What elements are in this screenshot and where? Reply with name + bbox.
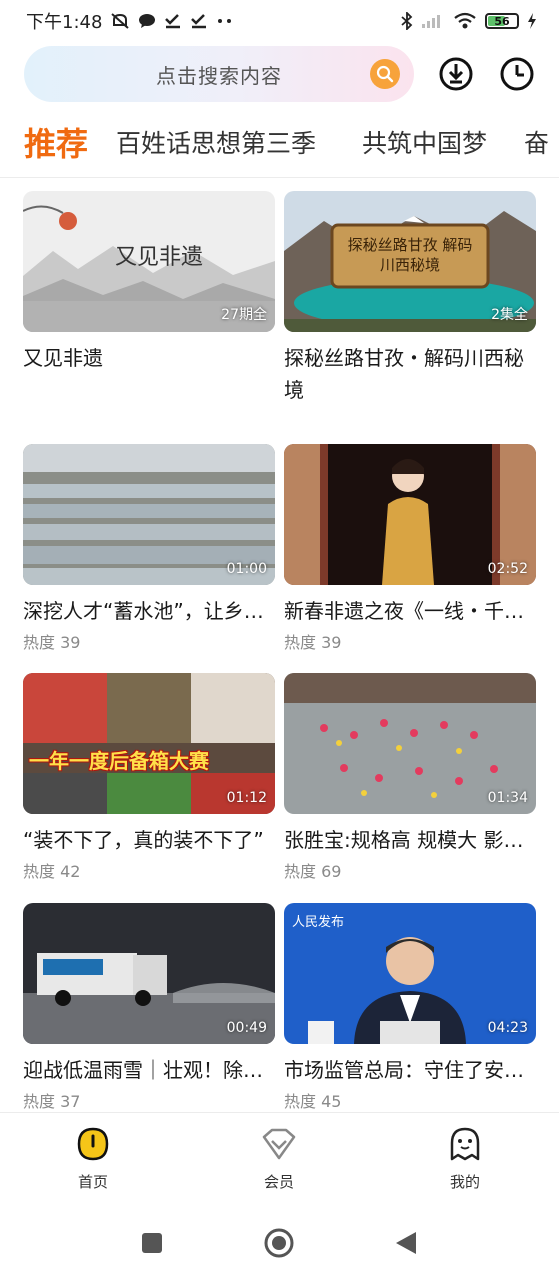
duration-badge: 01:12 — [226, 790, 267, 806]
heat-count: 热度 37 — [23, 1092, 81, 1111]
search-placeholder: 点击搜索内容 — [156, 63, 282, 88]
tab-china-dream[interactable]: 共筑中国梦 — [362, 112, 487, 172]
thumbnail-caption: 又见非遗 — [115, 245, 204, 270]
home-button-icon[interactable] — [264, 1228, 294, 1262]
video-thumbnail[interactable]: 01:00 — [23, 444, 275, 585]
wifi-icon — [453, 12, 477, 30]
video-thumbnail[interactable]: 又见非遗 27期全 — [23, 191, 275, 332]
charging-icon — [527, 13, 537, 29]
video-title: 深挖人才“蓄水池”，让乡村振兴有效衔接 — [23, 599, 275, 623]
video-title: “装不下了，真的装不下了” — [23, 828, 264, 852]
heat-count: 热度 39 — [23, 633, 81, 652]
category-tabs: 推荐 百姓话思想第三季 共筑中国梦 奋 — [0, 112, 559, 172]
episode-badge: 2集全 — [491, 307, 528, 323]
video-title: 探秘丝路甘孜・解码川西秘境 — [284, 346, 524, 402]
nav-profile[interactable]: 我的 — [420, 1127, 510, 1192]
video-thumbnail[interactable]: 02:52 — [284, 444, 536, 585]
task-done-icon — [190, 13, 208, 29]
video-title: 市场监管总局：守住了安全底线 — [284, 1058, 536, 1082]
video-title: 又见非遗 — [23, 346, 103, 370]
video-thumbnail[interactable]: 00:49 — [23, 903, 275, 1044]
status-time: 下午1:48 — [26, 12, 103, 33]
nav-vip[interactable]: 会员 — [234, 1127, 324, 1192]
thumbnail-caption: 人民发布 — [292, 915, 345, 930]
nav-label: 我的 — [449, 1173, 480, 1191]
episode-badge: 27期全 — [221, 307, 267, 323]
video-thumbnail[interactable]: 人民发布 04:23 — [284, 903, 536, 1044]
video-title: 迎战低温雨雪｜壮观！除雪车出动 — [23, 1058, 275, 1082]
profile-icon — [448, 1127, 482, 1165]
nav-label: 会员 — [263, 1173, 294, 1191]
heat-count: 热度 42 — [23, 862, 81, 881]
header: 点击搜索内容 — [0, 44, 559, 104]
divider — [0, 177, 559, 178]
vip-icon — [260, 1127, 298, 1165]
home-icon — [76, 1127, 110, 1165]
bottom-nav: 首页 会员 我的 — [0, 1113, 559, 1205]
video-title: 张胜宝:规格高 规模大 影响深远 — [284, 828, 536, 852]
chat-icon — [138, 13, 156, 29]
video-card[interactable]: 02:52 新春非遗之夜《一线・千年》 热度 39 — [284, 444, 536, 653]
thumbnail-caption: 一年一度后备箱大赛 — [29, 749, 209, 773]
tab-more[interactable]: 奋 — [524, 112, 549, 172]
video-title: 新春非遗之夜《一线・千年》 — [284, 599, 536, 623]
duration-badge: 02:52 — [487, 561, 528, 577]
back-icon[interactable] — [395, 1231, 417, 1259]
tab-baixing[interactable]: 百姓话思想第三季 — [116, 112, 316, 172]
video-card[interactable]: 探秘丝路甘孜 解码川西秘境 2集全 探秘丝路甘孜・解码川西秘境 — [284, 191, 536, 406]
duration-badge: 01:00 — [226, 561, 267, 577]
video-thumbnail[interactable]: 探秘丝路甘孜 解码川西秘境 2集全 — [284, 191, 536, 332]
video-card[interactable]: 00:49 迎战低温雨雪｜壮观！除雪车出动 热度 37 — [23, 903, 275, 1112]
heat-count: 热度 45 — [284, 1092, 342, 1111]
heat-count: 热度 39 — [284, 633, 342, 652]
thumbnail-caption: 探秘丝路甘孜 解码川西秘境 — [347, 236, 473, 274]
nav-label: 首页 — [77, 1173, 108, 1191]
tab-recommend[interactable]: 推荐 — [24, 112, 88, 172]
video-thumbnail[interactable]: 01:34 — [284, 673, 536, 814]
heat-count: 热度 69 — [284, 862, 342, 881]
video-card[interactable]: 人民发布 04:23 市场监管总局：守住了安全底线 热度 45 — [284, 903, 536, 1112]
signal-icon — [421, 13, 445, 29]
video-card[interactable]: 01:00 深挖人才“蓄水池”，让乡村振兴有效衔接 热度 39 — [23, 444, 275, 653]
video-card[interactable]: 01:34 张胜宝:规格高 规模大 影响深远 热度 69 — [284, 673, 536, 882]
search-icon[interactable] — [370, 59, 400, 89]
video-thumbnail[interactable]: 一年一度后备箱大赛 01:12 — [23, 673, 275, 814]
mute-icon — [110, 12, 130, 30]
task-done-icon — [164, 13, 182, 29]
duration-badge: 00:49 — [226, 1020, 267, 1036]
battery-level: 56 — [494, 14, 510, 28]
duration-badge: 01:34 — [487, 790, 528, 806]
history-clock-icon[interactable] — [499, 56, 535, 92]
bluetooth-icon — [401, 12, 413, 30]
system-nav-bar — [0, 1205, 559, 1280]
nav-home[interactable]: 首页 — [48, 1127, 138, 1192]
video-card[interactable]: 又见非遗 27期全 又见非遗 — [23, 191, 275, 406]
duration-badge: 04:23 — [487, 1020, 528, 1036]
recent-apps-icon[interactable] — [141, 1232, 163, 1258]
video-card[interactable]: 一年一度后备箱大赛 01:12 “装不下了，真的装不下了” 热度 42 — [23, 673, 275, 882]
download-icon[interactable] — [438, 56, 474, 92]
battery-icon: 56 — [485, 13, 519, 29]
more-icon — [216, 17, 234, 25]
status-bar: 下午1:48 56 — [0, 0, 559, 42]
search-bar[interactable]: 点击搜索内容 — [24, 46, 414, 102]
